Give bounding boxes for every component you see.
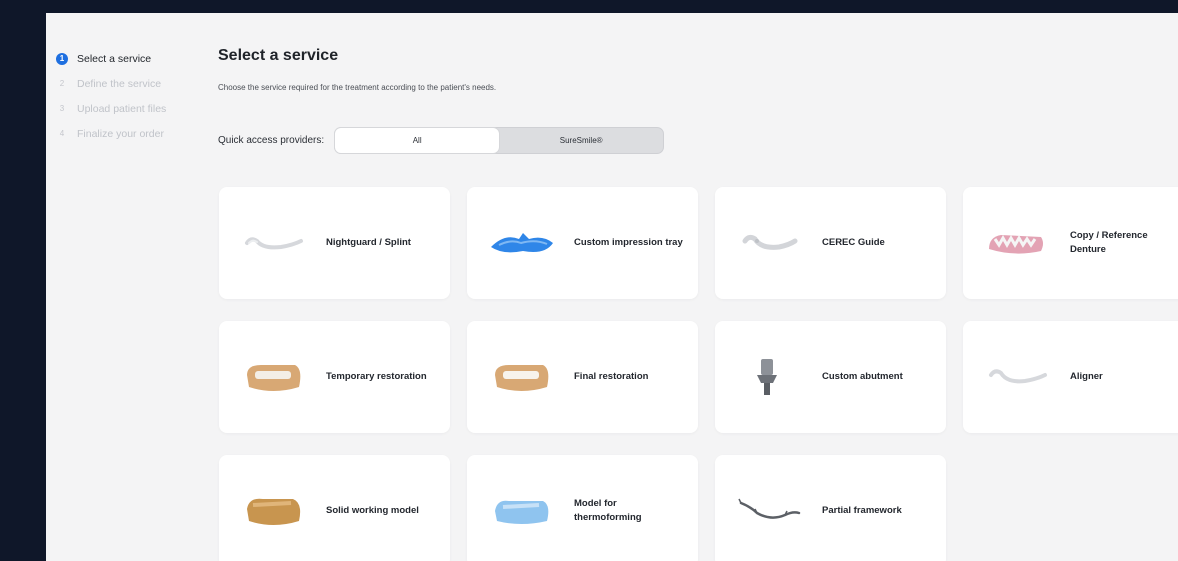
impression-tray-icon bbox=[491, 233, 553, 253]
quick-access-providers: Quick access providers: All SureSmile® bbox=[218, 127, 665, 154]
working-model-icon bbox=[247, 498, 301, 525]
step-select-service[interactable]: 1 Select a service bbox=[56, 47, 166, 71]
step-label: Define the service bbox=[77, 78, 162, 90]
provider-all-button[interactable]: All bbox=[335, 128, 500, 153]
service-label: Solid working model bbox=[326, 505, 419, 516]
step-label: Upload patient files bbox=[77, 103, 167, 115]
service-label: Custom impression tray bbox=[574, 237, 683, 248]
final-restoration-icon bbox=[495, 365, 549, 391]
abutment-icon bbox=[757, 359, 777, 395]
service-label: Model for thermoforming bbox=[574, 498, 642, 523]
temporary-restoration-icon bbox=[247, 365, 301, 391]
service-card-solid-working-model[interactable]: Solid working model bbox=[219, 455, 450, 561]
provider-segmented-control: All SureSmile® bbox=[334, 127, 665, 154]
service-label: Custom abutment bbox=[822, 371, 903, 382]
service-card-aligner[interactable]: Aligner bbox=[963, 321, 1178, 433]
progress-stepper: 1 Select a service 2 Define the service … bbox=[56, 47, 166, 147]
service-card-final-restoration[interactable]: Final restoration bbox=[467, 321, 698, 433]
quick-access-label: Quick access providers: bbox=[218, 135, 325, 146]
service-card-denture[interactable]: Copy / Reference Denture bbox=[963, 187, 1178, 299]
step-number: 2 bbox=[59, 79, 65, 88]
thermoforming-model-icon bbox=[495, 500, 549, 524]
step-number: 1 bbox=[56, 53, 68, 65]
step-upload-files[interactable]: 3 Upload patient files bbox=[56, 97, 167, 121]
aligner-icon bbox=[989, 369, 1047, 384]
step-label: Select a service bbox=[77, 53, 152, 65]
provider-suresmile-button[interactable]: SureSmile® bbox=[499, 128, 663, 153]
service-card-cerec-guide[interactable]: CEREC Guide bbox=[715, 187, 946, 299]
partial-framework-icon bbox=[738, 498, 801, 519]
step-label: Finalize your order bbox=[77, 128, 164, 140]
step-number: 4 bbox=[59, 129, 65, 138]
service-label: Copy / Reference Denture bbox=[1070, 230, 1148, 255]
denture-icon bbox=[989, 234, 1043, 254]
step-define-service[interactable]: 2 Define the service bbox=[56, 72, 166, 96]
cerec-guide-icon bbox=[742, 234, 798, 250]
nightguard-icon bbox=[245, 237, 303, 250]
service-label: Final restoration bbox=[574, 371, 649, 382]
service-card-impression-tray[interactable]: Custom impression tray bbox=[467, 187, 698, 299]
step-number: 3 bbox=[59, 104, 65, 113]
service-card-nightguard[interactable]: Nightguard / Splint bbox=[219, 187, 450, 299]
service-label: Nightguard / Splint bbox=[326, 237, 411, 248]
service-card-temporary-restoration[interactable]: Temporary restoration bbox=[219, 321, 450, 433]
service-label: Partial framework bbox=[822, 505, 902, 516]
service-card-custom-abutment[interactable]: Custom abutment bbox=[715, 321, 946, 433]
service-card-thermoforming-model[interactable]: Model for thermoforming bbox=[467, 455, 698, 561]
service-label: Aligner bbox=[1070, 371, 1103, 382]
page-title: Select a service bbox=[218, 47, 339, 64]
service-label: CEREC Guide bbox=[822, 237, 885, 248]
app-window: 1 Select a service 2 Define the service … bbox=[46, 13, 1178, 561]
service-card-partial-framework[interactable]: Partial framework bbox=[715, 455, 946, 561]
page-subtitle: Choose the service required for the trea… bbox=[218, 83, 497, 92]
service-label: Temporary restoration bbox=[326, 371, 427, 382]
step-finalize-order[interactable]: 4 Finalize your order bbox=[56, 122, 166, 146]
